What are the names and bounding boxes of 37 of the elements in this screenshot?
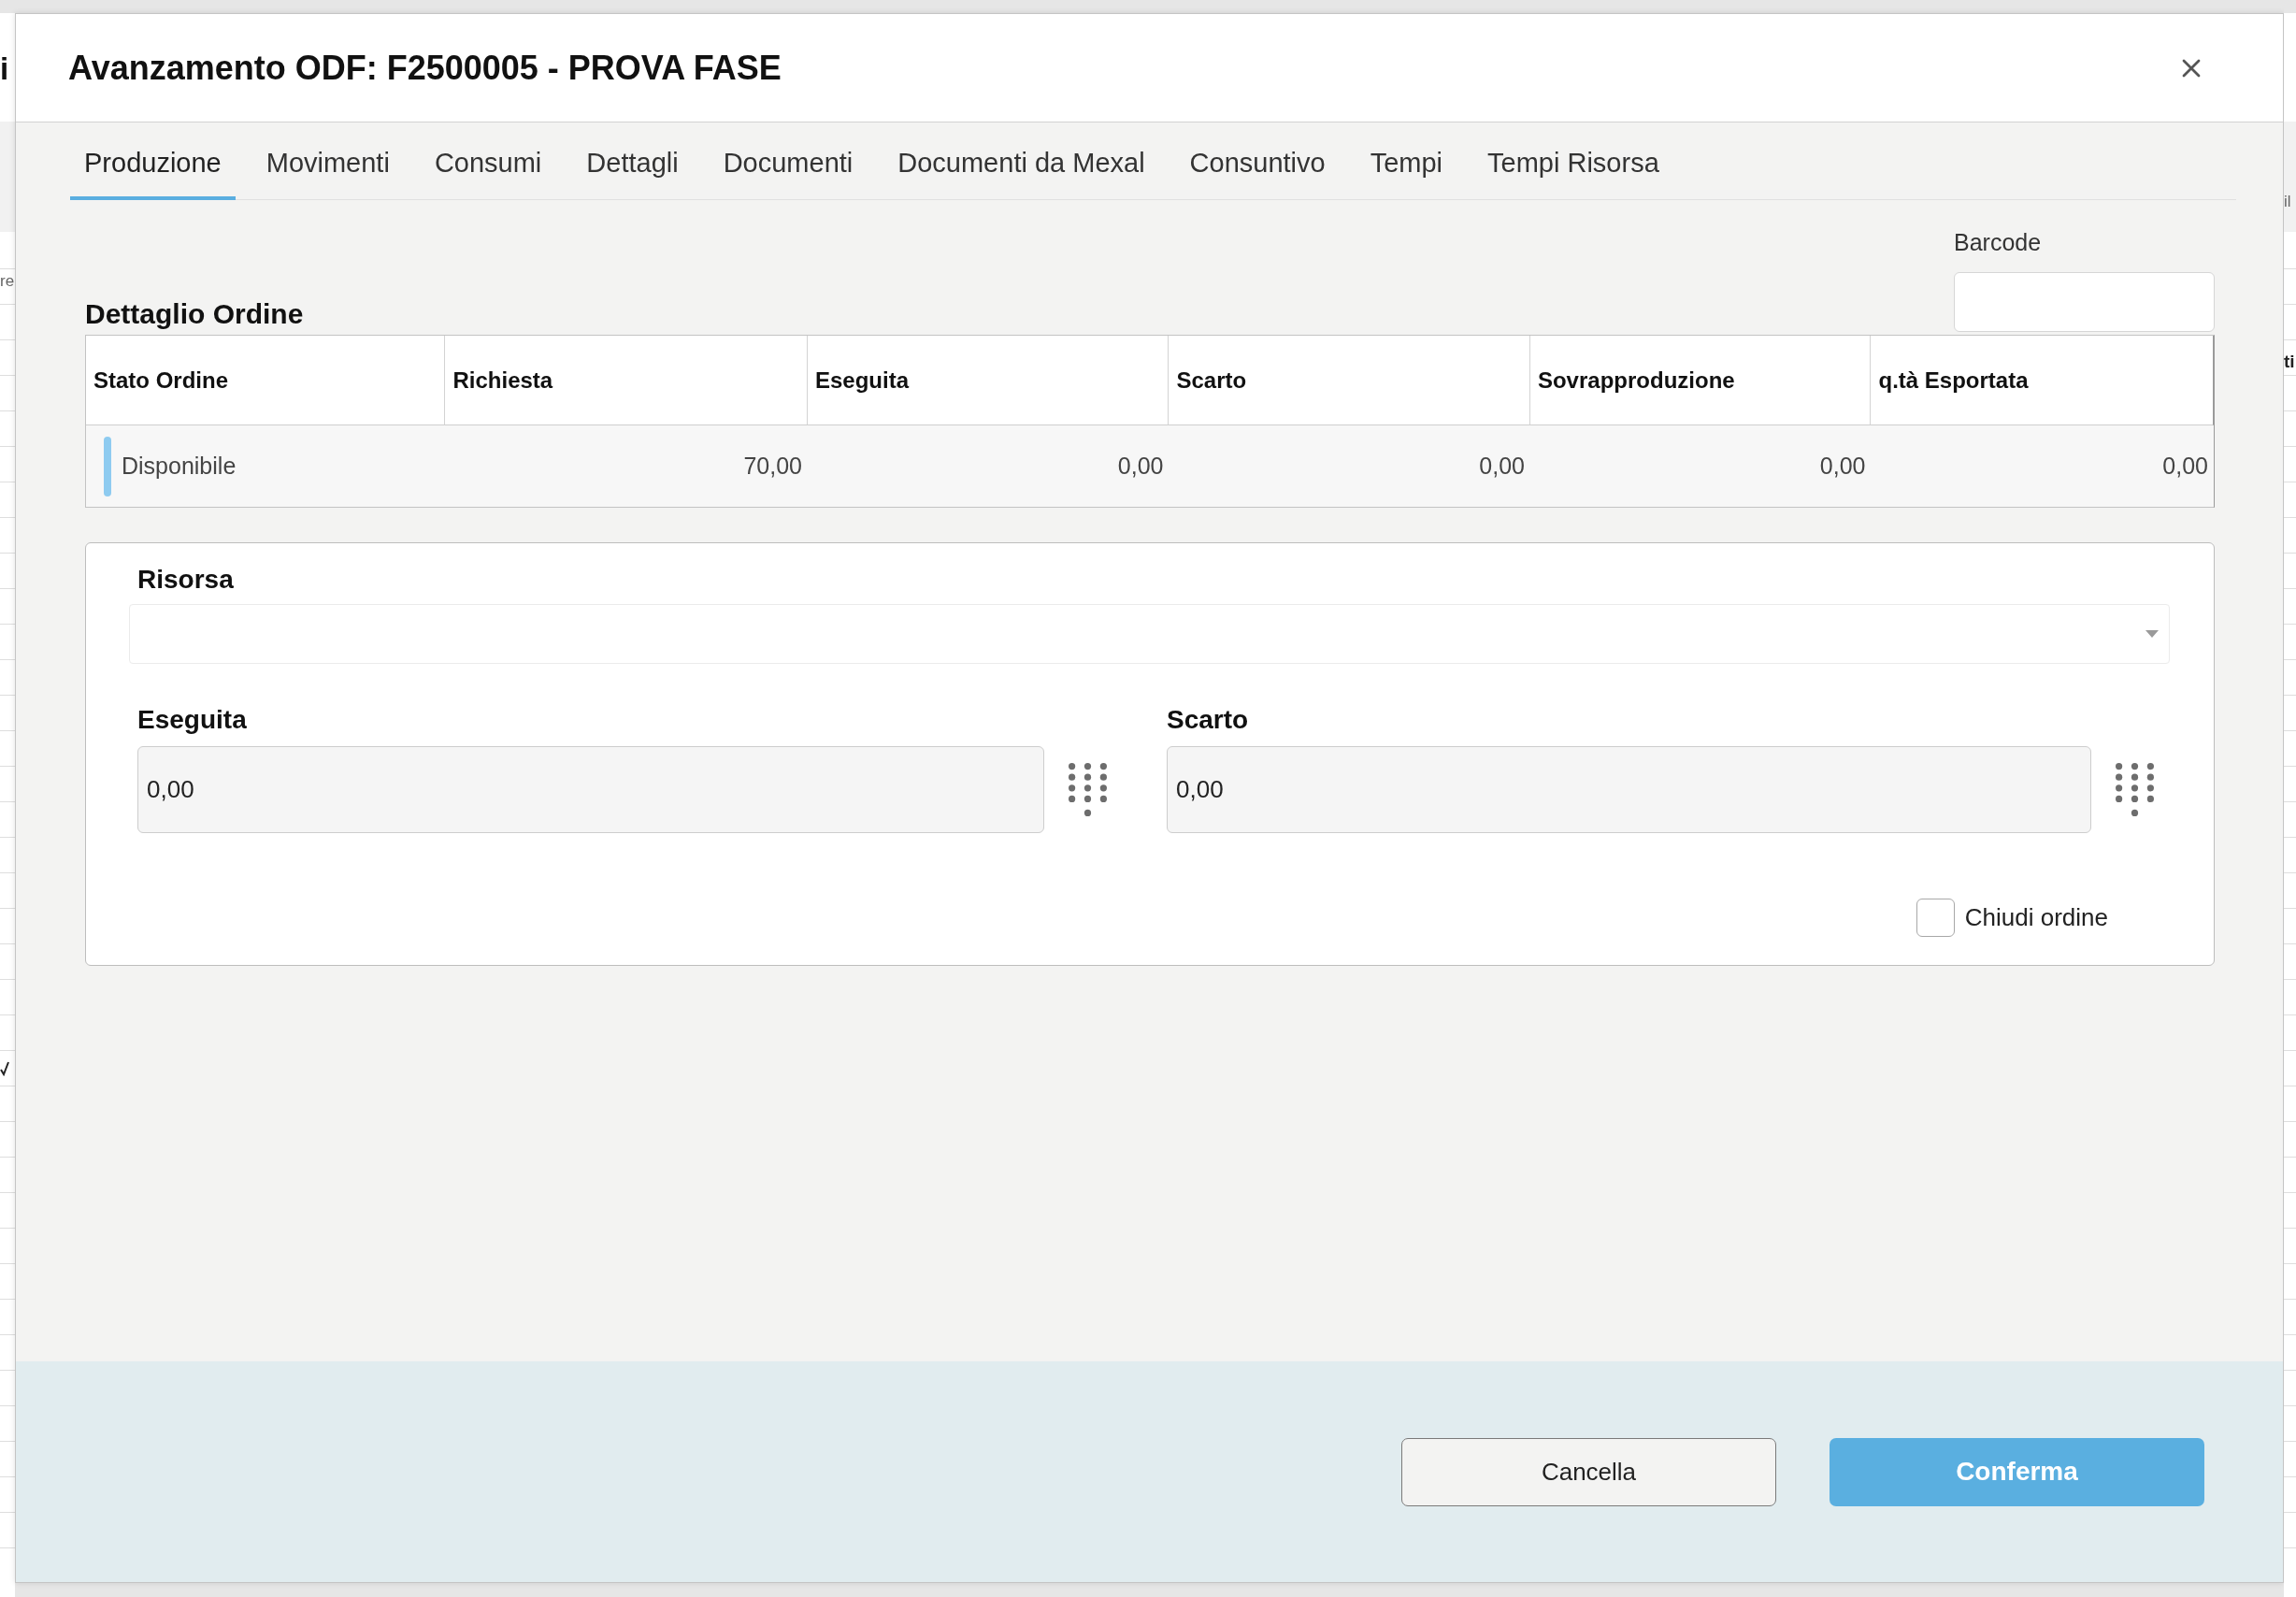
tab[interactable]: Tempi Risorsa xyxy=(1473,122,1673,200)
background-text: i xyxy=(0,51,9,87)
tab[interactable]: Movimenti xyxy=(251,122,404,200)
table-cell: 0,00 xyxy=(1871,425,2214,507)
field-label: Risorsa xyxy=(137,565,234,595)
field-label: Scarto xyxy=(1167,705,1249,735)
keypad-icon[interactable] xyxy=(1069,763,1107,816)
close-icon xyxy=(2182,58,2201,78)
table-cell: 0,00 xyxy=(807,425,1170,507)
section-title: Dettaglio Ordine xyxy=(85,298,304,330)
check-icon xyxy=(0,1061,9,1076)
background-text: ti xyxy=(2284,351,2295,373)
background-text: il xyxy=(2284,192,2291,212)
table-cell: 70,00 xyxy=(445,425,808,507)
tab[interactable]: Produzione xyxy=(70,122,236,200)
table-cell: Disponibile xyxy=(122,453,237,480)
window-title: Avanzamento ODF: F2500005 - PROVA FASE xyxy=(68,48,782,88)
tab[interactable]: Consumi xyxy=(420,122,556,200)
table-cell: 0,00 xyxy=(1529,425,1872,507)
background-text: re xyxy=(0,271,15,292)
barcode-field[interactable] xyxy=(1954,272,2215,332)
checkbox[interactable] xyxy=(1916,899,1955,937)
caret-icon xyxy=(2145,630,2159,638)
number-input[interactable]: 0,00 xyxy=(1167,746,2091,833)
field-label: Barcode xyxy=(1954,229,2042,256)
keypad-icon[interactable] xyxy=(2116,763,2154,816)
checkbox-label: Chiudi ordine xyxy=(1964,903,2108,932)
cancel-button[interactable]: Cancella xyxy=(1401,1437,1776,1506)
field-label: Eseguita xyxy=(137,705,247,735)
tab[interactable]: Consuntivo xyxy=(1175,122,1340,200)
table-cell: 0,00 xyxy=(1169,425,1530,507)
number-input[interactable]: 0,00 xyxy=(137,746,1044,833)
tab[interactable]: Documenti da Mexal xyxy=(883,122,1159,200)
tab[interactable]: Dettagli xyxy=(572,122,693,200)
close-button[interactable] xyxy=(2182,58,2201,78)
tab[interactable]: Tempi xyxy=(1356,122,1457,200)
tab[interactable]: Documenti xyxy=(709,122,868,200)
